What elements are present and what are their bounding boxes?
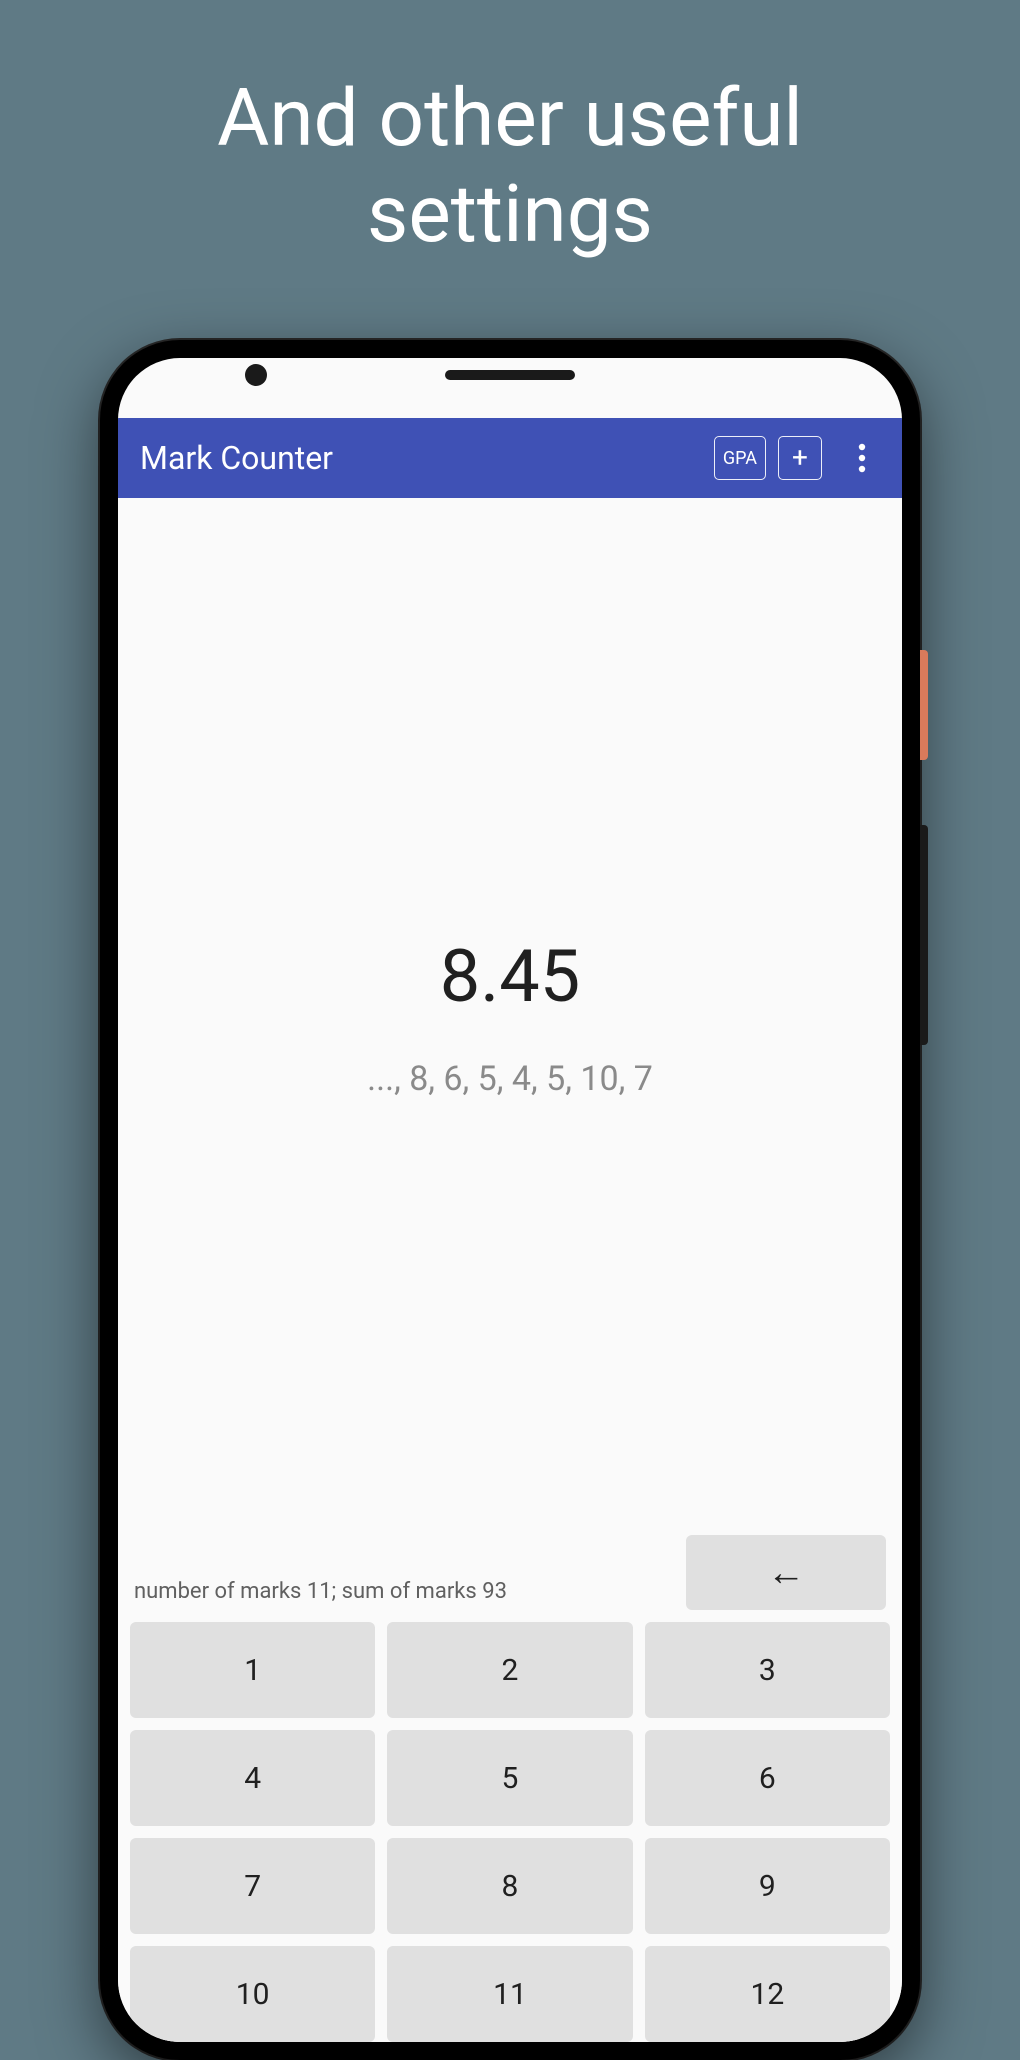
key-label: 9 xyxy=(759,1869,776,1904)
app-bar: Mark Counter GPA + xyxy=(118,418,902,498)
marks-sequence: ..., 8, 6, 5, 4, 5, 10, 7 xyxy=(367,1059,653,1099)
promo-line2: settings xyxy=(367,167,653,261)
stats-text: number of marks 11; sum of marks 93 xyxy=(134,1579,666,1610)
key-label: 6 xyxy=(759,1761,776,1796)
phone-mockup: Mark Counter GPA + 8.45 xyxy=(100,340,920,2060)
main-content: 8.45 ..., 8, 6, 5, 4, 5, 10, 7 number of… xyxy=(118,498,902,2042)
key-label: 3 xyxy=(759,1653,776,1688)
keypad: 1 2 3 4 5 6 7 8 9 10 11 12 xyxy=(118,1622,902,2042)
app-title: Mark Counter xyxy=(140,439,702,477)
key-label: 11 xyxy=(493,1977,527,2012)
key-label: 7 xyxy=(244,1869,261,1904)
average-value: 8.45 xyxy=(440,934,580,1019)
volume-button-icon xyxy=(920,825,928,1045)
phone-frame: Mark Counter GPA + 8.45 xyxy=(100,340,920,2060)
app-screen: Mark Counter GPA + 8.45 xyxy=(118,358,902,2042)
key-3[interactable]: 3 xyxy=(645,1622,890,1718)
camera-icon xyxy=(245,364,267,386)
backspace-button[interactable]: ← xyxy=(686,1535,886,1610)
speaker-icon xyxy=(445,370,575,380)
key-10[interactable]: 10 xyxy=(130,1946,375,2042)
key-4[interactable]: 4 xyxy=(130,1730,375,1826)
key-7[interactable]: 7 xyxy=(130,1838,375,1934)
key-label: 10 xyxy=(236,1977,270,2012)
key-label: 4 xyxy=(244,1761,261,1796)
key-6[interactable]: 6 xyxy=(645,1730,890,1826)
plus-icon: + xyxy=(792,444,808,472)
key-2[interactable]: 2 xyxy=(387,1622,632,1718)
power-button-icon xyxy=(920,650,928,760)
key-11[interactable]: 11 xyxy=(387,1946,632,2042)
key-label: 5 xyxy=(502,1761,519,1796)
gpa-button[interactable]: GPA xyxy=(714,436,766,480)
stats-row: number of marks 11; sum of marks 93 ← xyxy=(118,1535,902,1622)
key-9[interactable]: 9 xyxy=(645,1838,890,1934)
key-12[interactable]: 12 xyxy=(645,1946,890,2042)
key-8[interactable]: 8 xyxy=(387,1838,632,1934)
key-label: 1 xyxy=(244,1653,261,1688)
key-5[interactable]: 5 xyxy=(387,1730,632,1826)
backspace-icon: ← xyxy=(767,1551,805,1595)
key-1[interactable]: 1 xyxy=(130,1622,375,1718)
promo-heading: And other useful settings xyxy=(0,0,1020,262)
key-label: 12 xyxy=(750,1977,784,2012)
promo-line1: And other useful xyxy=(217,71,803,165)
key-label: 8 xyxy=(502,1869,519,1904)
gpa-label: GPA xyxy=(723,448,757,469)
display-area: 8.45 ..., 8, 6, 5, 4, 5, 10, 7 xyxy=(118,498,902,1535)
overflow-menu-button[interactable] xyxy=(840,436,884,480)
add-button[interactable]: + xyxy=(778,436,822,480)
key-label: 2 xyxy=(502,1653,519,1688)
more-vert-icon xyxy=(858,443,866,473)
